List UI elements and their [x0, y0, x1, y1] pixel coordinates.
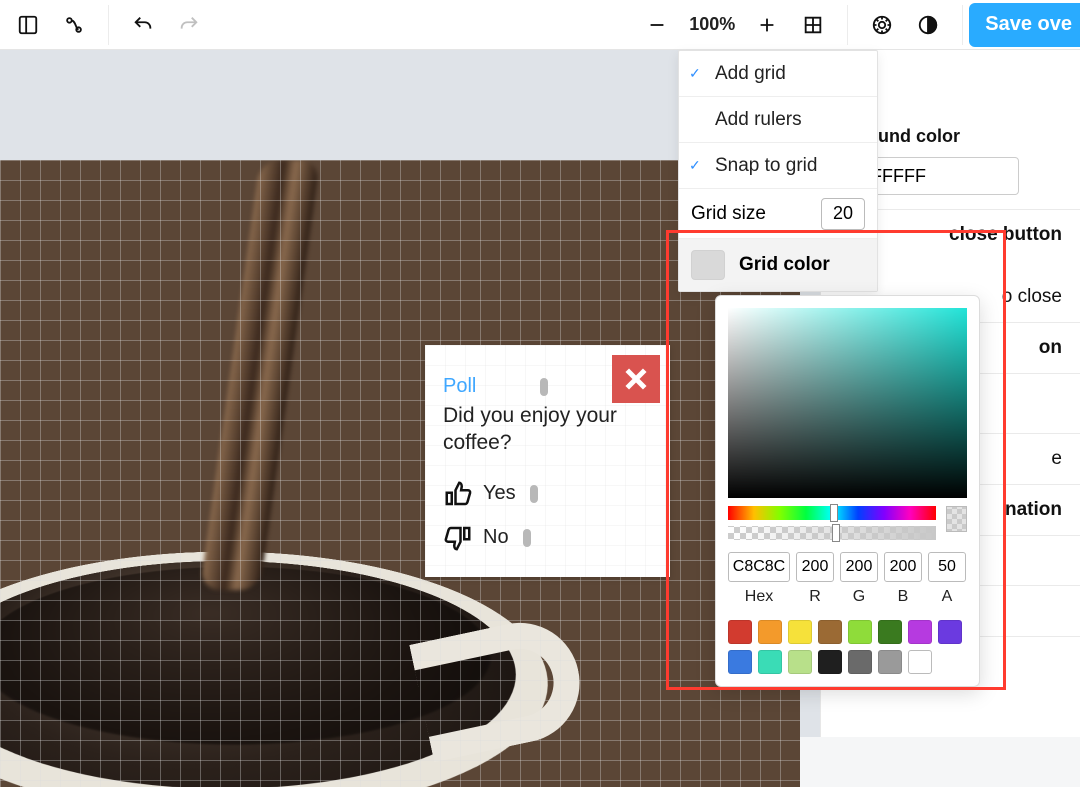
grid-size-row: Grid size	[679, 189, 877, 239]
undo-icon[interactable]	[129, 11, 157, 39]
r-input[interactable]	[796, 552, 834, 582]
thumbs-up-icon	[443, 479, 473, 509]
swatch[interactable]	[908, 620, 932, 644]
grid-size-input[interactable]	[821, 198, 865, 230]
swatch[interactable]	[728, 650, 752, 674]
drag-handle-icon[interactable]	[530, 485, 538, 503]
grid-color-swatch[interactable]	[691, 250, 725, 280]
drag-handle-icon[interactable]	[523, 529, 531, 547]
zoom-out-icon[interactable]	[643, 11, 671, 39]
swatch[interactable]	[758, 620, 782, 644]
hex-input[interactable]	[728, 552, 790, 582]
swatch[interactable]	[848, 650, 872, 674]
poll-question: Did you enjoy your coffee?	[443, 402, 652, 457]
swatch[interactable]	[878, 620, 902, 644]
swatch[interactable]	[848, 620, 872, 644]
swatch[interactable]	[728, 620, 752, 644]
grid-menu: ✓ Add grid Add rulers ✓ Snap to grid Gri…	[678, 50, 878, 292]
g-input[interactable]	[840, 552, 878, 582]
grid-color-row[interactable]: Grid color	[679, 239, 877, 291]
grid-size-label: Grid size	[691, 203, 766, 225]
top-toolbar: 100% Save ove	[0, 0, 1080, 50]
hue-thumb[interactable]	[830, 504, 838, 522]
redo-icon[interactable]	[175, 11, 203, 39]
swatch[interactable]	[788, 650, 812, 674]
contrast-icon[interactable]	[914, 11, 942, 39]
swatch[interactable]	[818, 650, 842, 674]
alpha-thumb[interactable]	[832, 524, 840, 542]
swatch[interactable]	[818, 620, 842, 644]
b-input[interactable]	[884, 552, 922, 582]
poll-option-no[interactable]: No	[443, 523, 652, 553]
poll-option-yes[interactable]: Yes	[443, 479, 652, 509]
poll-tag: Poll	[443, 375, 476, 398]
check-icon: ✓	[689, 157, 707, 174]
layout-panel-icon[interactable]	[14, 11, 42, 39]
grid-menu-add-rulers[interactable]: Add rulers	[679, 97, 877, 143]
grid-toggle-icon[interactable]	[799, 11, 827, 39]
swatch[interactable]	[908, 650, 932, 674]
grid-menu-snap[interactable]: ✓ Snap to grid	[679, 143, 877, 189]
grid-menu-add-grid[interactable]: ✓ Add grid	[679, 51, 877, 97]
zoom-in-icon[interactable]	[753, 11, 781, 39]
swatch[interactable]	[878, 650, 902, 674]
breakpoints-icon[interactable]	[60, 11, 88, 39]
preset-swatches	[728, 620, 967, 674]
thumbs-down-icon	[443, 523, 473, 553]
save-button[interactable]: Save ove	[969, 3, 1080, 47]
swatch[interactable]	[758, 650, 782, 674]
saturation-value-box[interactable]	[728, 308, 967, 498]
grid-color-label: Grid color	[739, 254, 830, 276]
poll-card[interactable]: Poll Did you enjoy your coffee? Yes No	[425, 345, 670, 577]
swatch[interactable]	[788, 620, 812, 644]
check-icon: ✓	[689, 65, 707, 82]
zoom-level[interactable]: 100%	[689, 14, 735, 35]
result-swatch	[946, 506, 967, 532]
alpha-slider[interactable]	[728, 526, 936, 540]
swatch[interactable]	[938, 620, 962, 644]
hue-slider[interactable]	[728, 506, 936, 520]
a-input[interactable]	[928, 552, 966, 582]
help-icon[interactable]	[868, 11, 896, 39]
color-picker: Hex R G B A	[715, 295, 980, 687]
drag-handle-icon[interactable]	[540, 378, 548, 396]
